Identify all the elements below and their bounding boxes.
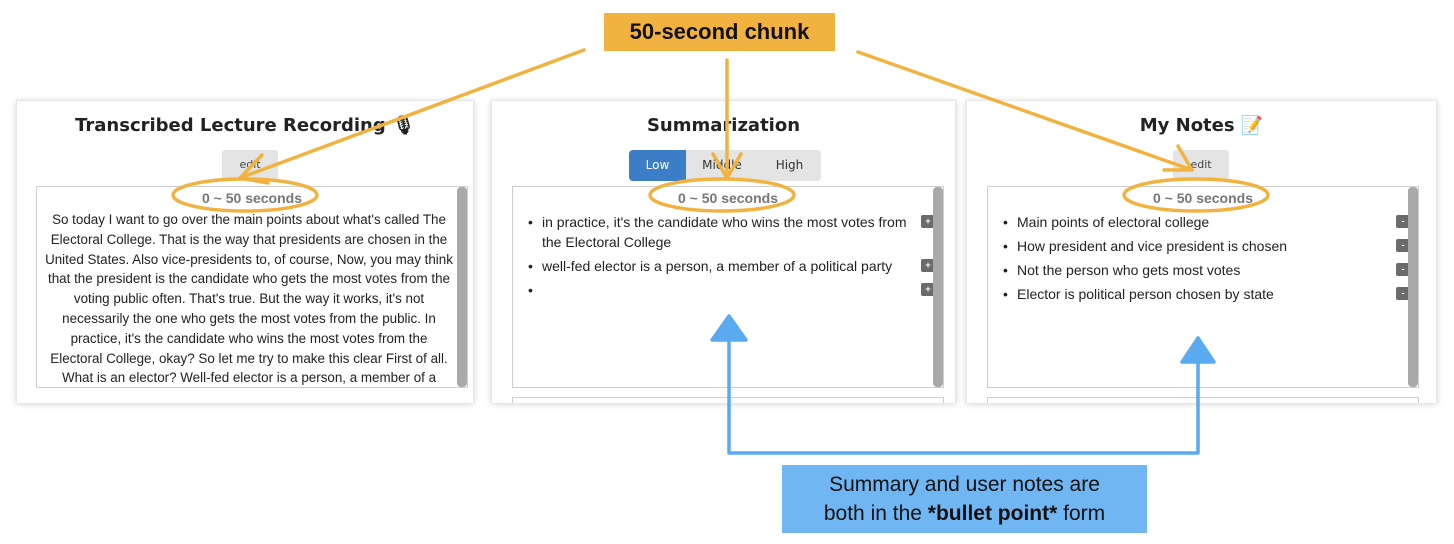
note-bullet[interactable]: Main points of electoral college-: [1003, 212, 1410, 232]
note-bullet-text: Elector is political person chosen by st…: [1017, 286, 1274, 302]
note-bullet-text: Not the person who gets most votes: [1017, 262, 1241, 278]
level-high-button[interactable]: High: [758, 150, 821, 181]
notes-next-chunk-box[interactable]: [987, 397, 1419, 403]
summary-panel-title: Summarization: [646, 115, 801, 136]
callout-line-2: both in the *bullet point* form: [782, 499, 1147, 528]
callout-line-2-suffix: form: [1057, 502, 1106, 525]
transcript-text: So today I want to go over the main poin…: [45, 212, 453, 386]
summary-next-chunk-box[interactable]: [512, 397, 944, 403]
notes-time-range: 0 ~ 50 seconds: [1152, 190, 1253, 206]
notes-panel-title: My Notes 📝: [1139, 115, 1264, 136]
summary-scrollbar[interactable]: [933, 187, 943, 387]
summary-bullet-text: well-fed elector is a person, a member o…: [542, 258, 893, 274]
notes-edit-button[interactable]: edit: [1173, 150, 1229, 180]
summary-bullet-list: in practice, it's the candidate who wins…: [513, 212, 943, 300]
transcript-panel: Transcribed Lecture Recording 🎙 edit 0 ~…: [16, 100, 474, 403]
callout-line-2-bold: *bullet point*: [927, 502, 1058, 525]
notes-bullet-list: Main points of electoral college- How pr…: [988, 212, 1418, 304]
level-middle-button[interactable]: Middle: [686, 150, 758, 181]
summary-bullet[interactable]: well-fed elector is a person, a member o…: [528, 256, 935, 276]
notes-scrollbar[interactable]: [1408, 187, 1418, 387]
summary-bullet[interactable]: in practice, it's the candidate who wins…: [528, 212, 935, 252]
chunk-callout: 50-second chunk: [604, 13, 835, 51]
note-bullet-text: How president and vice president is chos…: [1017, 238, 1288, 254]
transcript-chunk-box[interactable]: 0 ~ 50 seconds So today I want to go ove…: [36, 186, 468, 388]
summary-level-selector: Low Middle High: [629, 150, 821, 181]
note-bullet[interactable]: Not the person who gets most votes-: [1003, 260, 1410, 280]
summary-bullet-text: in practice, it's the candidate who wins…: [542, 214, 907, 250]
summary-time-range: 0 ~ 50 seconds: [677, 190, 778, 206]
note-bullet-text: Main points of electoral college: [1017, 214, 1210, 230]
summary-panel: Summarization Low Middle High 0 ~ 50 sec…: [491, 100, 956, 403]
callout-line-2-prefix: both in the: [823, 502, 928, 525]
bullet-form-callout: Summary and user notes are both in the *…: [782, 465, 1147, 533]
callout-line-1: Summary and user notes are: [829, 473, 1100, 496]
transcript-time-range: 0 ~ 50 seconds: [201, 190, 302, 206]
note-bullet[interactable]: Elector is political person chosen by st…: [1003, 284, 1410, 304]
transcript-scrollbar[interactable]: [457, 187, 467, 387]
transcript-panel-title: Transcribed Lecture Recording 🎙: [75, 115, 415, 136]
notes-panel: My Notes 📝 edit 0 ~ 50 seconds Main poin…: [966, 100, 1437, 403]
notes-chunk-box[interactable]: 0 ~ 50 seconds Main points of electoral …: [987, 186, 1419, 388]
summary-chunk-box[interactable]: 0 ~ 50 seconds in practice, it's the can…: [512, 186, 944, 388]
note-bullet[interactable]: How president and vice president is chos…: [1003, 236, 1410, 256]
transcript-edit-button[interactable]: edit: [222, 150, 278, 180]
level-low-button[interactable]: Low: [629, 150, 686, 181]
